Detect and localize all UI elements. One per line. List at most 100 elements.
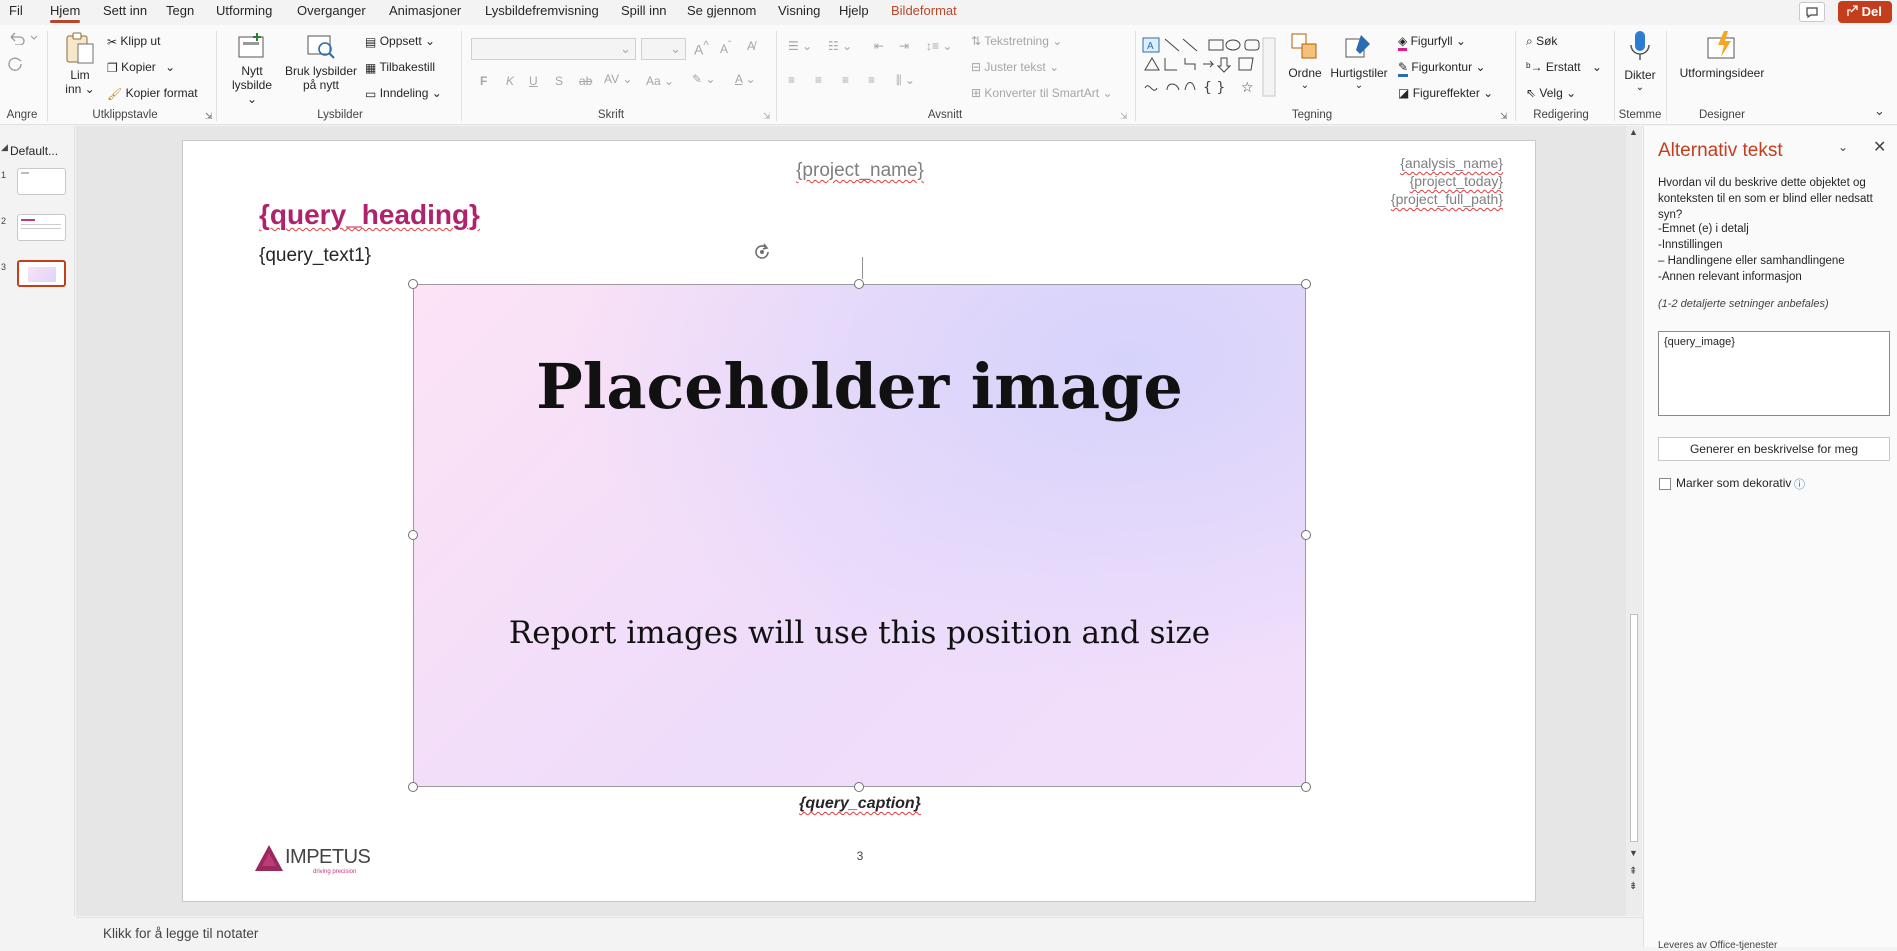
section-name[interactable]: Default... [10,144,58,158]
tab-draw[interactable]: Tegn [166,3,194,18]
tab-record[interactable]: Spill inn [621,3,667,18]
resize-handle[interactable] [408,279,418,289]
arrange-button[interactable]: Ordne ⌄ [1284,31,1326,91]
smartart-button[interactable]: ⊞ Konverter til SmartArt ⌄ [971,86,1113,100]
slide-thumbnail-3[interactable] [17,260,66,287]
align-left-icon[interactable]: ≡ [788,73,795,87]
find-button[interactable]: ⌕ Søk [1526,34,1557,49]
collapse-ribbon-icon[interactable]: ⌄ [1874,103,1885,119]
clipboard-launcher-icon[interactable]: ⇲ [205,111,213,122]
undo-button[interactable] [7,31,38,48]
tab-file[interactable]: Fil [9,3,23,18]
share-button[interactable]: Del [1838,1,1892,23]
tab-slideshow[interactable]: Lysbildefremvisning [485,3,599,18]
reset-button[interactable]: ▦ Tilbakestill [365,60,435,75]
placeholder-image[interactable]: Placeholder image Report images will use… [413,284,1306,787]
info-icon[interactable]: ⓘ [1794,476,1805,492]
dictate-button[interactable]: Dikter ⌄ [1620,29,1660,93]
comments-button[interactable] [1799,2,1825,22]
resize-handle[interactable] [408,530,418,540]
slide-thumbnail-2[interactable] [17,214,66,241]
text-direction-button[interactable]: ⇅ Tekstretning ⌄ [971,34,1062,48]
generate-description-button[interactable]: Generer en beskrivelse for meg [1658,437,1890,461]
tab-help[interactable]: Hjelp [839,3,869,18]
shrink-font-button[interactable]: Aˇ [720,40,731,56]
replace-button[interactable]: ᵇ→ Erstatt ⌄ [1526,60,1602,74]
shape-effects-button[interactable]: ◪ Figureffekter ⌄ [1398,86,1493,100]
line-spacing-button[interactable]: ↕≡ ⌄ [926,39,952,53]
align-text-button[interactable]: ⊟ Juster tekst ⌄ [971,60,1059,74]
italic-button[interactable]: K [506,74,514,88]
tab-view[interactable]: Visning [778,3,820,18]
project-today-placeholder[interactable]: {project_today} [1391,172,1503,190]
resize-handle[interactable] [854,782,864,792]
justify-icon[interactable]: ≡ [868,73,875,87]
increase-indent-icon[interactable]: ⇥ [899,39,909,53]
format-painter-button[interactable]: 🖌 Kopier format [107,86,198,101]
tab-home[interactable]: Hjem [50,3,81,23]
copy-button[interactable]: ❐ Kopier ⌄ [107,60,175,75]
align-center-icon[interactable]: ≡ [815,73,822,87]
align-right-icon[interactable]: ≡ [842,73,849,87]
scrollbar-thumb[interactable] [1630,614,1638,842]
font-name-dropdown[interactable]: ⌄ [471,38,636,60]
char-spacing-button[interactable]: AV ⌄ [604,72,633,86]
pane-options-icon[interactable]: ⌄ [1838,140,1848,154]
project-name-placeholder[interactable]: {project_name} [796,160,924,181]
resize-handle[interactable] [408,782,418,792]
cut-button[interactable]: ✂ Klipp ut [107,34,160,49]
tab-picture-format[interactable]: Bildeformat [891,3,957,18]
grow-font-button[interactable]: A^ [694,39,709,58]
scroll-down-icon[interactable]: ▼ [1629,848,1638,858]
reuse-slides-button[interactable]: Bruk lysbilder på nytt [283,31,359,92]
resize-handle[interactable] [1301,782,1311,792]
font-launcher-icon[interactable]: ⇲ [763,111,771,122]
rotate-handle-icon[interactable] [749,240,775,264]
redo-button[interactable] [7,56,25,75]
drawing-launcher-icon[interactable]: ⇲ [1500,111,1508,122]
clear-format-icon[interactable]: A̸ [747,39,755,53]
change-case-button[interactable]: Aa ⌄ [646,74,674,88]
tab-review[interactable]: Se gjennom [687,3,756,18]
section-button[interactable]: ▭ Inndeling ⌄ [365,86,442,101]
quick-styles-button[interactable]: Hurtigstiler ⌄ [1327,31,1391,91]
scroll-up-icon[interactable]: ▲ [1629,127,1638,137]
strikethrough-button[interactable]: ab [579,74,592,88]
alt-text-textarea[interactable]: {query_image} [1658,331,1890,416]
bold-button[interactable]: F [480,74,487,88]
slide-thumbnail-1[interactable] [17,168,66,195]
close-icon[interactable]: ✕ [1873,137,1886,157]
new-slide-button[interactable]: Nytt lysbilde ⌄ [226,31,278,106]
paste-button[interactable]: Lim inn ⌄ [62,31,98,96]
shapes-gallery[interactable]: A { } ☆ [1141,36,1279,98]
tab-design[interactable]: Utforming [216,3,272,18]
analysis-name-placeholder[interactable]: {analysis_name} [1391,154,1503,172]
bullets-button[interactable]: ☰ ⌄ [788,39,812,53]
shape-fill-button[interactable]: ◈ Figurfyll ⌄ [1398,34,1466,51]
numbering-button[interactable]: ☷ ⌄ [828,39,852,53]
layout-button[interactable]: ▤ Oppsett ⌄ [365,34,435,49]
select-button[interactable]: ⇖ Velg ⌄ [1526,86,1576,100]
query-caption-placeholder[interactable]: {query_caption} [799,795,921,812]
project-full-path-placeholder[interactable]: {project_full_path} [1391,190,1503,208]
tab-animations[interactable]: Animasjoner [389,3,461,18]
shadow-button[interactable]: S [555,74,563,88]
resize-handle[interactable] [1301,279,1311,289]
columns-button[interactable]: ⫼ ⌄ [896,73,915,88]
font-color-button[interactable]: A ⌄ [735,72,756,86]
vertical-scrollbar[interactable]: ▲ ▼ ⇞ ⇟ [1626,126,1642,916]
section-caret-icon[interactable]: ◢ [1,142,8,153]
tab-insert[interactable]: Sett inn [103,3,147,18]
resize-handle[interactable] [854,279,864,289]
notes-area[interactable]: Klikk for å legge til notater [76,917,1643,947]
decrease-indent-icon[interactable]: ⇤ [874,39,884,53]
slide[interactable]: {project_name} {analysis_name} {project_… [182,140,1536,902]
underline-button[interactable]: U [529,74,538,88]
previous-slide-icon[interactable]: ⇞ [1629,866,1637,877]
next-slide-icon[interactable]: ⇟ [1629,881,1637,892]
shape-outline-button[interactable]: ✎ Figurkontur ⌄ [1398,60,1486,77]
query-text-placeholder[interactable]: {query_text1} [259,245,371,267]
highlight-button[interactable]: ✎ ⌄ [692,72,715,86]
query-heading-placeholder[interactable]: {query_heading} [259,199,480,231]
decorative-checkbox[interactable] [1659,478,1671,490]
